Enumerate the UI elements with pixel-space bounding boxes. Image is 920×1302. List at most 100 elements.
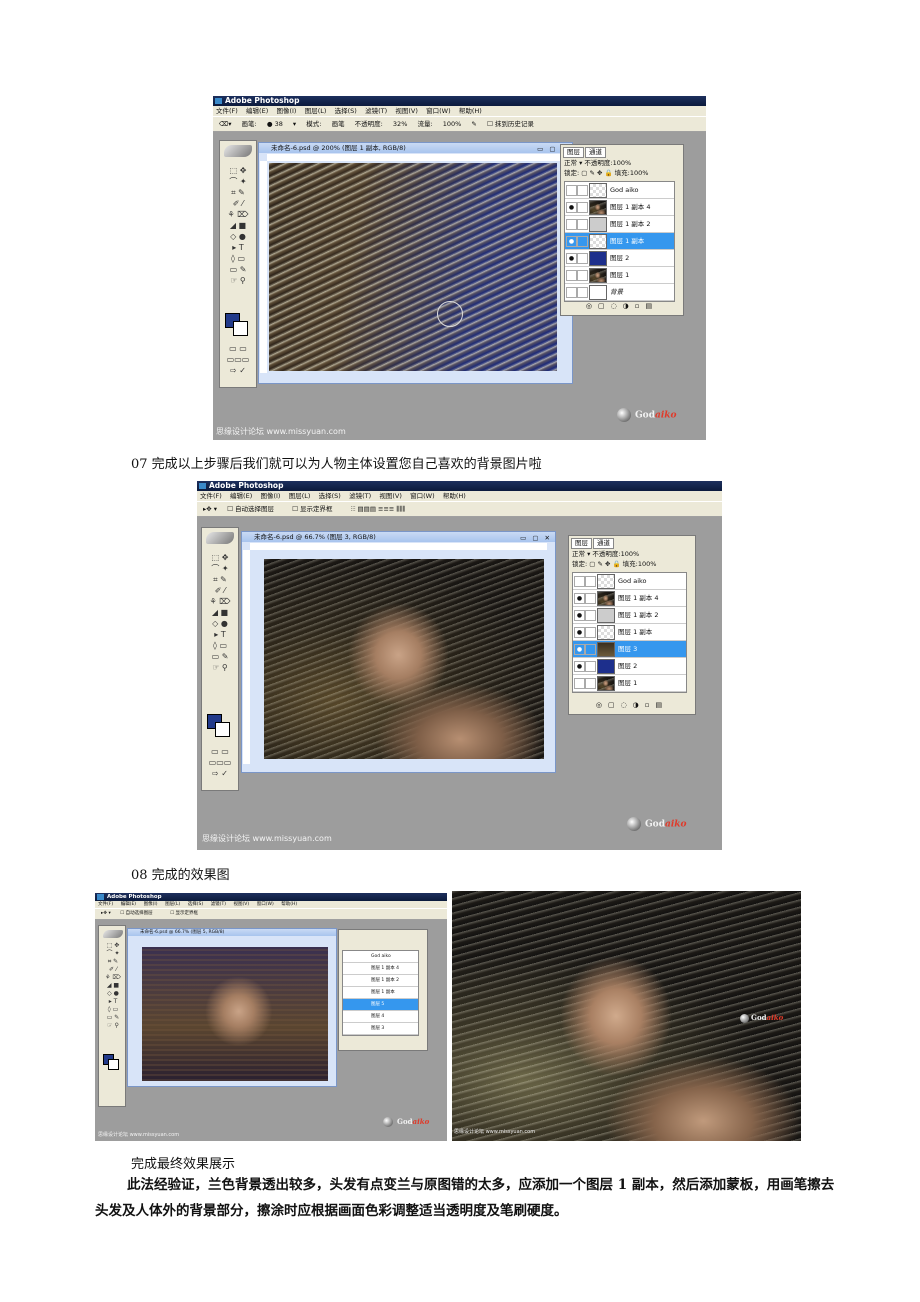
visibility-icon[interactable]: ● — [574, 644, 585, 655]
portrait-canvas[interactable] — [264, 559, 544, 759]
menu-file[interactable]: 文件(F) — [200, 491, 222, 501]
hair-canvas[interactable] — [269, 163, 557, 371]
menu-file[interactable]: 文件(F) — [98, 901, 113, 908]
brush-indicator-icon[interactable] — [577, 236, 588, 247]
link-toggle[interactable] — [577, 185, 588, 196]
auto-select-checkbox[interactable]: ☐ 自动选择图层 — [227, 505, 282, 513]
link-toggle[interactable] — [585, 678, 596, 689]
mode-icons[interactable]: ▭ ▭ ▭▭▭ ⇨ ✓ — [206, 746, 234, 779]
blend-mode-select[interactable]: 正常 — [564, 159, 577, 167]
menu-layer[interactable]: 图层(L) — [165, 901, 180, 908]
link-toggle[interactable] — [585, 627, 596, 638]
mode-select[interactable]: 画笔 — [332, 120, 345, 128]
show-bounds-checkbox[interactable]: ☐ 显示定界框 — [292, 505, 340, 513]
show-bounds-checkbox[interactable]: ☐ 显示定界框 — [170, 911, 206, 916]
layer-row[interactable]: 图层 3 — [343, 1023, 418, 1035]
menu-window[interactable]: 窗口(W) — [426, 106, 451, 116]
tool-icons[interactable]: ⬚ ✥ ⌒ ✦ ⌗ ✎ ✐ ⁄ ⚘ ⌦ ◢ ■ ◇ ● ▸ T ◊ ▭ ▭ ✎ ☞ ⚲ — [224, 165, 252, 286]
background-color-swatch[interactable] — [215, 722, 230, 737]
menu-filter[interactable]: 滤镜(T) — [349, 491, 371, 501]
menu-help[interactable]: 帮助(H) — [443, 491, 466, 501]
layer-row[interactable]: 图层 1 — [573, 675, 686, 692]
tab-layers[interactable]: 图层 — [571, 538, 592, 549]
layer-row[interactable]: God aiko — [343, 951, 418, 963]
layer-row[interactable]: God aiko — [565, 182, 674, 199]
visibility-icon[interactable]: ● — [574, 627, 585, 638]
align-icons[interactable]: ⫶⫶⫶ ▤▤▤ ≡≡≡ ⫼⫼⫼ — [351, 505, 406, 513]
menu-select[interactable]: 选择(S) — [319, 491, 341, 501]
visibility-icon[interactable]: ● — [566, 253, 577, 264]
move-tool-icon[interactable]: ▸✥ ▾ — [203, 505, 217, 513]
menu-edit[interactable]: 编辑(E) — [121, 901, 136, 908]
menu-window[interactable]: 窗口(W) — [410, 491, 435, 501]
portrait-canvas[interactable] — [142, 947, 328, 1081]
link-toggle[interactable] — [577, 287, 588, 298]
visibility-icon[interactable] — [566, 270, 577, 281]
background-color-swatch[interactable] — [108, 1059, 119, 1070]
layer-row[interactable]: 背景 — [565, 284, 674, 301]
visibility-icon[interactable]: ● — [574, 593, 585, 604]
menu-image[interactable]: 图像(I) — [260, 491, 280, 501]
link-toggle[interactable] — [577, 253, 588, 264]
layer-row-selected[interactable]: ● 图层 1 副本 — [565, 233, 674, 250]
link-toggle[interactable] — [585, 593, 596, 604]
opacity-input[interactable]: 32% — [393, 120, 407, 128]
fill-input[interactable]: 100% — [638, 560, 657, 568]
layer-row[interactable]: ● 图层 1 副本 4 — [573, 590, 686, 607]
link-toggle[interactable] — [577, 202, 588, 213]
layer-opacity-input[interactable]: 100% — [613, 159, 632, 167]
visibility-icon[interactable] — [566, 287, 577, 298]
auto-select-checkbox[interactable]: ☐ 自动选择图层 — [120, 911, 160, 916]
layer-row[interactable]: ● 图层 2 — [573, 658, 686, 675]
link-toggle[interactable] — [577, 219, 588, 230]
menu-edit[interactable]: 编辑(E) — [246, 106, 268, 116]
link-toggle[interactable] — [585, 576, 596, 587]
layer-row-selected[interactable]: 图层 5 — [343, 999, 418, 1011]
layer-row[interactable]: God aiko — [573, 573, 686, 590]
menu-filter[interactable]: 滤镜(T) — [365, 106, 387, 116]
layer-row[interactable]: 图层 1 副本 — [343, 987, 418, 999]
layer-row[interactable]: ● 图层 1 副本 2 — [573, 607, 686, 624]
visibility-icon[interactable]: ● — [574, 661, 585, 672]
menu-view[interactable]: 视图(V) — [379, 491, 402, 501]
visibility-icon[interactable]: ● — [574, 610, 585, 621]
menu-select[interactable]: 选择(S) — [335, 106, 357, 116]
menu-window[interactable]: 窗口(W) — [257, 901, 274, 908]
tab-channels[interactable]: 通道 — [593, 538, 614, 549]
menu-file[interactable]: 文件(F) — [216, 106, 238, 116]
menu-image[interactable]: 图像(I) — [144, 901, 158, 908]
move-tool-icon[interactable]: ▸✥ ▾ — [101, 911, 111, 916]
menu-view[interactable]: 视图(V) — [234, 901, 250, 908]
link-toggle[interactable] — [585, 610, 596, 621]
menu-filter[interactable]: 滤镜(T) — [211, 901, 226, 908]
layer-opacity-input[interactable]: 100% — [621, 550, 640, 558]
brush-size-picker[interactable]: ● 38 ▾ — [267, 120, 296, 128]
menu-layer[interactable]: 图层(L) — [289, 491, 311, 501]
link-toggle[interactable] — [585, 661, 596, 672]
layer-row[interactable]: 图层 1 — [565, 267, 674, 284]
layer-actions-bar[interactable]: ◎▢◌◑▫▤ — [564, 301, 680, 311]
menu-help[interactable]: 帮助(H) — [281, 901, 297, 908]
brush-indicator-icon[interactable] — [585, 644, 596, 655]
visibility-icon[interactable]: ● — [566, 202, 577, 213]
menu-edit[interactable]: 编辑(E) — [230, 491, 252, 501]
layer-row-selected[interactable]: ● 图层 3 — [573, 641, 686, 658]
layer-row[interactable]: 图层 4 — [343, 1011, 418, 1023]
menu-select[interactable]: 选择(S) — [188, 901, 203, 908]
menu-view[interactable]: 视图(V) — [395, 106, 418, 116]
airbrush-icon[interactable]: ✎ — [471, 120, 476, 128]
eraser-icon[interactable]: ⌫▾ — [219, 120, 231, 128]
layer-row[interactable]: ● 图层 2 — [565, 250, 674, 267]
menu-layer[interactable]: 图层(L) — [305, 106, 327, 116]
history-checkbox[interactable]: ☐ 抹到历史记录 — [487, 120, 542, 128]
link-toggle[interactable] — [577, 270, 588, 281]
menu-help[interactable]: 帮助(H) — [459, 106, 482, 116]
visibility-icon[interactable] — [566, 219, 577, 230]
tab-layers[interactable]: 图层 — [563, 147, 584, 158]
layer-row[interactable]: 图层 1 副本 2 — [343, 975, 418, 987]
tool-icons[interactable]: ⬚ ✥ ⌒ ✦ ⌗ ✎ ✐ ⁄ ⚘ ⌦ ◢ ■ ◇ ● ▸ T ◊ ▭ ▭ ✎ ☞ ⚲ — [206, 552, 234, 673]
visibility-icon[interactable] — [566, 185, 577, 196]
layer-actions-bar[interactable]: ◎▢◌◑▫▤ — [572, 700, 692, 710]
layer-row[interactable]: 图层 1 副本 2 — [565, 216, 674, 233]
layer-row[interactable]: ● 图层 1 副本 — [573, 624, 686, 641]
